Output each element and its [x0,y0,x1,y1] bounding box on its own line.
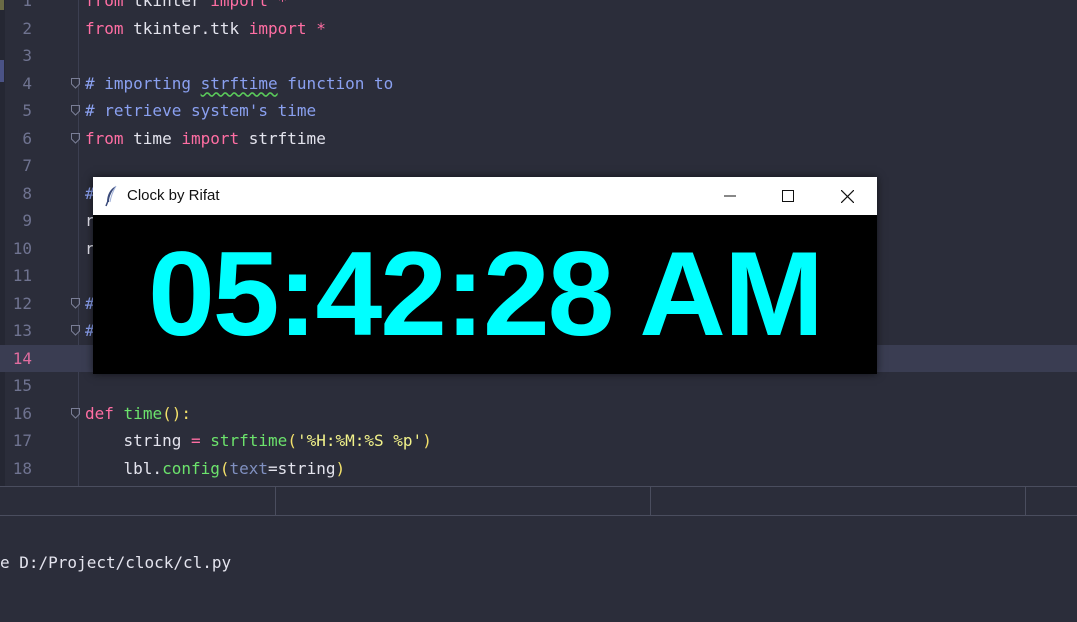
code-text: from tkinter import * [85,0,287,14]
line-number: 18 [12,458,32,478]
code-line[interactable]: 2 from tkinter.ttk import * [0,15,1077,42]
code-token: import [181,128,240,148]
line-number: 9 [22,211,32,230]
code-text: # importing strftime function to [85,70,393,97]
code-line[interactable]: 3 [0,42,1077,69]
code-token: strftime [200,73,278,93]
line-number: 1 [22,0,32,10]
code-token: ) [335,458,346,478]
line-number: 6 [22,128,32,148]
line-number: 2 [22,18,32,38]
code-token: lbl. [85,458,163,478]
code-token: '%H:%M:%S %p' [296,431,423,450]
line-number: 8 [22,183,32,203]
line-number: 15 [12,376,32,395]
minimize-icon [724,195,736,197]
line-number: 13 [12,321,32,340]
code-token: function to [277,73,394,93]
clock-label-area: 05:42:28 AM [93,215,877,374]
code-token: strftime [210,431,288,450]
code-token: = [190,431,201,450]
code-token: * [268,0,288,10]
feather-icon [105,185,117,207]
line-number: 7 [22,156,32,175]
fold-marker-icon[interactable] [71,325,80,336]
code-line[interactable]: 15 [0,372,1077,399]
code-token: * [306,18,326,38]
line-number: 11 [12,266,32,285]
window-titlebar[interactable]: Clock by Rifat [93,177,877,215]
code-token: ( [287,431,297,450]
code-text: from tkinter.ttk import * [85,15,326,42]
code-text: def time(): [85,400,191,427]
horizontal-scrollbar[interactable] [0,486,1077,517]
clock-window[interactable]: Clock by Rifat 05:42:28 AM [93,177,877,374]
panel-divider [1025,487,1026,517]
line-number: 16 [12,403,32,423]
code-token: strftime [239,128,326,148]
line-number: 10 [12,238,32,258]
close-button[interactable] [824,177,870,215]
code-token: time [123,128,182,148]
code-token: ) [422,431,432,450]
panel-divider [275,487,276,517]
code-line[interactable]: 4 # importing strftime function to [0,70,1077,97]
clock-label: 05:42:28 AM [148,227,824,361]
code-token: ( [219,458,230,478]
minimize-button[interactable] [707,177,753,215]
code-token: def [85,403,114,423]
code-token: import [210,0,269,10]
close-icon [840,189,854,203]
maximize-icon [782,190,794,202]
line-number: 3 [22,46,32,65]
code-token: config [162,458,220,478]
line-number: 14 [12,348,32,368]
line-number: 4 [22,73,32,93]
line-number: 17 [12,431,32,450]
line-number: 12 [12,293,32,313]
code-token: # retrieve system's time [85,101,317,120]
code-token: tkinter [123,0,211,10]
code-token: time [123,403,163,423]
code-line[interactable]: 16 def time(): [0,400,1077,427]
code-token: import [248,18,307,38]
code-token: text [229,458,269,478]
code-text: lbl.config(text=string) [85,455,346,482]
run-console[interactable]: e D:/Project/clock/cl.py [0,516,1077,622]
fold-marker-icon[interactable] [71,297,80,309]
panel-divider [650,487,651,517]
code-token: # importing [85,73,201,93]
code-token: (): [162,403,191,423]
fold-marker-icon[interactable] [71,407,80,419]
code-text: # retrieve system's time [85,97,316,124]
console-output-line: e D:/Project/clock/cl.py [0,553,232,572]
code-line[interactable]: 7 [0,152,1077,179]
code-token: string [85,431,191,450]
code-line[interactable]: 17 string = strftime('%H:%M:%S %p') [0,427,1077,454]
code-text: string = strftime('%H:%M:%S %p') [85,427,432,454]
code-line[interactable]: 5 # retrieve system's time [0,97,1077,124]
line-number: 5 [22,101,32,120]
fold-marker-icon[interactable] [71,132,80,144]
code-token: from [85,18,124,38]
code-line[interactable]: 6 from time import strftime [0,125,1077,152]
fold-marker-icon[interactable] [71,105,80,116]
code-line[interactable]: 18 lbl.config(text=string) [0,455,1077,482]
maximize-button[interactable] [765,177,811,215]
code-token: from [85,0,124,10]
code-text: from time import strftime [85,125,326,152]
code-token: =string [268,458,336,478]
code-line[interactable]: 1 from tkinter import * [0,0,1077,14]
console-toolbar [0,516,1077,548]
window-title: Clock by Rifat [127,187,220,204]
code-token: from [85,128,124,148]
fold-marker-icon[interactable] [71,77,80,89]
code-token: tkinter.ttk [123,18,249,38]
